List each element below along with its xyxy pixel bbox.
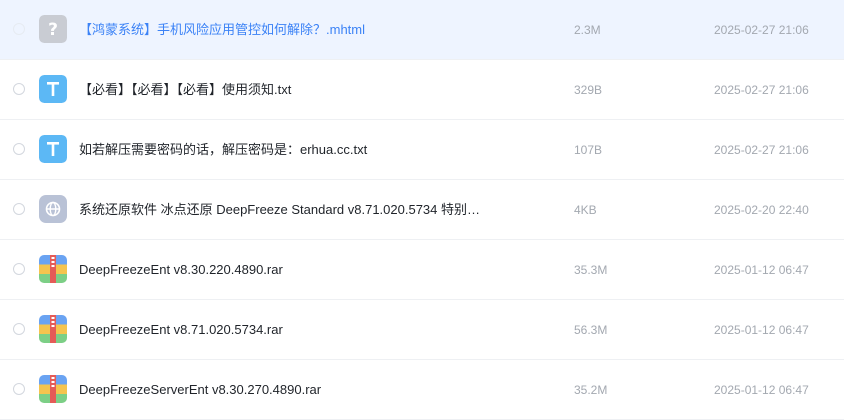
archive-file-icon	[39, 315, 67, 343]
file-name[interactable]: 【鸿蒙系统】手机风险应用管控如何解除？.mhtml	[79, 0, 365, 60]
file-row[interactable]: ? 【鸿蒙系统】手机风险应用管控如何解除？.mhtml 2.3M 2025-02…	[0, 0, 844, 60]
file-date: 2025-01-12 06:47	[714, 323, 809, 337]
file-row[interactable]: 系统还原软件 冰点还原 DeepFreeze Standard v8.71.02…	[0, 180, 844, 240]
link-file-icon	[39, 195, 67, 223]
file-size: 35.2M	[574, 383, 608, 397]
file-size: 2.3M	[574, 23, 601, 37]
file-row[interactable]: DeepFreezeServerEnt v8.30.270.4890.rar 3…	[0, 360, 844, 420]
file-name[interactable]: 【必看】【必看】【必看】使用须知.txt	[79, 60, 291, 120]
file-size: 107B	[574, 143, 603, 157]
file-row[interactable]: 【必看】【必看】【必看】使用须知.txt 329B 2025-02-27 21:…	[0, 60, 844, 120]
file-name[interactable]: 系统还原软件 冰点还原 DeepFreeze Standard v8.71.02…	[79, 180, 480, 240]
row-checkbox[interactable]	[13, 383, 25, 395]
row-checkbox[interactable]	[13, 323, 25, 335]
file-size: 35.3M	[574, 263, 608, 277]
file-date: 2025-02-27 21:06	[714, 83, 809, 97]
file-name[interactable]: DeepFreezeServerEnt v8.30.270.4890.rar	[79, 360, 321, 420]
archive-file-icon	[39, 255, 67, 283]
row-checkbox[interactable]	[13, 143, 25, 155]
file-name[interactable]: DeepFreezeEnt v8.71.020.5734.rar	[79, 300, 283, 360]
file-list: ? 【鸿蒙系统】手机风险应用管控如何解除？.mhtml 2.3M 2025-02…	[0, 0, 844, 420]
file-size: 329B	[574, 83, 603, 97]
file-date: 2025-02-27 21:06	[714, 23, 809, 37]
file-date: 2025-02-27 21:06	[714, 143, 809, 157]
text-file-icon	[39, 75, 67, 103]
file-date: 2025-01-12 06:47	[714, 383, 809, 397]
file-name[interactable]: DeepFreezeEnt v8.30.220.4890.rar	[79, 240, 283, 300]
archive-file-icon	[39, 375, 67, 403]
file-size: 4KB	[574, 203, 597, 217]
text-file-icon	[39, 135, 67, 163]
svg-text:?: ?	[48, 20, 58, 40]
file-row[interactable]: DeepFreezeEnt v8.30.220.4890.rar 35.3M 2…	[0, 240, 844, 300]
file-date: 2025-02-20 22:40	[714, 203, 809, 217]
file-date: 2025-01-12 06:47	[714, 263, 809, 277]
row-checkbox[interactable]	[13, 23, 25, 35]
file-name[interactable]: 如若解压需要密码的话，解压密码是：erhua.cc.txt	[79, 120, 367, 180]
row-checkbox[interactable]	[13, 203, 25, 215]
file-row[interactable]: 如若解压需要密码的话，解压密码是：erhua.cc.txt 107B 2025-…	[0, 120, 844, 180]
file-row[interactable]: DeepFreezeEnt v8.71.020.5734.rar 56.3M 2…	[0, 300, 844, 360]
unknown-file-icon: ?	[39, 15, 67, 43]
row-checkbox[interactable]	[13, 263, 25, 275]
file-size: 56.3M	[574, 323, 608, 337]
row-checkbox[interactable]	[13, 83, 25, 95]
